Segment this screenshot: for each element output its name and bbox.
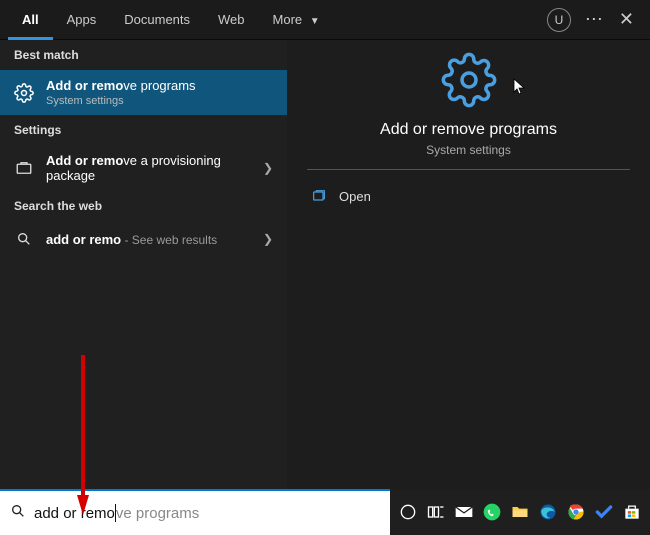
chevron-right-icon: ❯ xyxy=(263,232,273,246)
results-list: Best match Add or remove programs System… xyxy=(0,40,287,490)
tab-more-label: More xyxy=(273,12,303,27)
tab-all[interactable]: All xyxy=(8,0,53,40)
tab-apps[interactable]: Apps xyxy=(53,0,111,40)
result-provisioning-package[interactable]: Add or remove a provisioning package ❯ xyxy=(0,145,287,191)
close-icon[interactable]: ✕ xyxy=(619,9,634,30)
result-title: Add or remove a provisioning package xyxy=(46,153,251,183)
todo-icon[interactable] xyxy=(592,500,616,524)
search-icon xyxy=(14,229,34,249)
user-avatar[interactable]: U xyxy=(547,8,571,32)
package-icon xyxy=(14,158,34,178)
edge-icon[interactable] xyxy=(536,500,560,524)
search-typed-text: add or remo xyxy=(34,505,115,522)
result-subtitle: System settings xyxy=(46,95,273,107)
cortana-icon[interactable] xyxy=(396,500,420,524)
result-title: Add or remove programs xyxy=(46,78,273,93)
section-search-web: Search the web xyxy=(0,191,287,221)
search-suggestion-ghost: ve programs xyxy=(116,505,199,522)
search-input[interactable]: add or remove programs xyxy=(0,489,390,535)
task-view-icon[interactable] xyxy=(424,500,448,524)
mail-icon[interactable] xyxy=(452,500,476,524)
chevron-down-icon: ▼ xyxy=(310,16,320,27)
gear-large-icon xyxy=(441,52,497,113)
chevron-right-icon: ❯ xyxy=(263,161,273,175)
action-open[interactable]: Open xyxy=(307,180,630,212)
chrome-icon[interactable] xyxy=(564,500,588,524)
details-subtitle: System settings xyxy=(426,143,511,157)
search-icon xyxy=(10,503,26,524)
details-title: Add or remove programs xyxy=(380,121,557,139)
search-tabs: All Apps Documents Web More ▼ U ⋯ ✕ xyxy=(0,0,650,40)
tab-documents[interactable]: Documents xyxy=(110,0,204,40)
details-pane: Add or remove programs System settings O… xyxy=(287,40,650,490)
store-icon[interactable] xyxy=(620,500,644,524)
tab-web[interactable]: Web xyxy=(204,0,259,40)
tab-more[interactable]: More ▼ xyxy=(259,0,334,40)
section-settings: Settings xyxy=(0,115,287,145)
whatsapp-icon[interactable] xyxy=(480,500,504,524)
result-best-match-programs[interactable]: Add or remove programs System settings xyxy=(0,70,287,115)
gear-icon xyxy=(14,83,34,103)
file-explorer-icon[interactable] xyxy=(508,500,532,524)
taskbar xyxy=(390,489,650,535)
more-options-icon[interactable]: ⋯ xyxy=(585,9,605,30)
result-title: add or remo - See web results xyxy=(46,232,251,247)
open-icon xyxy=(311,188,327,204)
result-web-search[interactable]: add or remo - See web results ❯ xyxy=(0,221,287,257)
section-best-match: Best match xyxy=(0,40,287,70)
action-open-label: Open xyxy=(339,189,371,204)
